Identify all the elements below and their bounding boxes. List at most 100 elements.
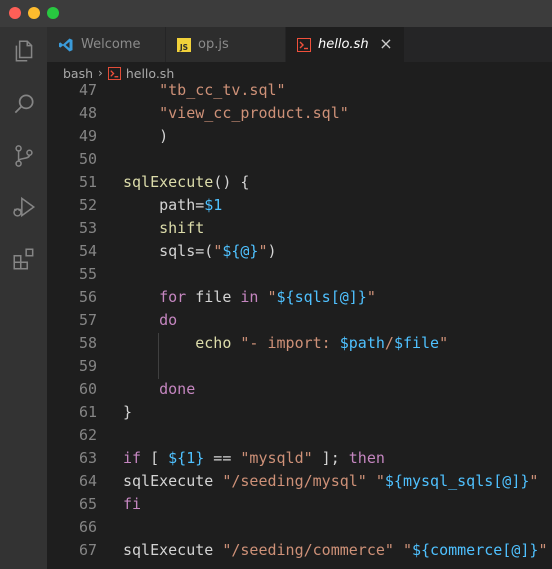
tab-label: op.js <box>198 37 229 52</box>
code-token: $1 <box>204 196 223 214</box>
code-token: $path <box>339 334 385 352</box>
tab-label: Welcome <box>81 37 141 52</box>
line-number: 65 <box>78 495 97 513</box>
code-token: ${commerce[@]} <box>412 541 539 559</box>
code-text: if [ ${1} == "mysqld" ]; then <box>123 447 385 470</box>
code-editor[interactable]: 47 "tb_cc_tv.sql" 48 "view_cc_product.sql… <box>47 80 552 569</box>
code-text: sqls=("${@}") <box>123 240 277 263</box>
search-icon[interactable] <box>0 84 47 124</box>
code-text: "view_cc_product.sql" <box>123 102 349 125</box>
line-number: 56 <box>78 288 97 306</box>
code-token: if <box>123 449 142 467</box>
code-line[interactable]: 56 for file in "${sqls[@]}" <box>47 286 552 309</box>
extensions-icon[interactable] <box>0 239 47 279</box>
code-text: done <box>123 378 195 401</box>
explorer-icon[interactable] <box>0 31 47 71</box>
source-control-icon[interactable] <box>0 136 47 176</box>
window-minimize-button[interactable] <box>28 7 40 19</box>
line-number: 47 <box>78 81 97 99</box>
close-tab-button[interactable]: × <box>378 36 394 52</box>
shell-file-icon <box>297 37 311 52</box>
code-token: echo <box>195 334 232 352</box>
line-number: 58 <box>78 334 97 352</box>
code-token: " <box>375 472 385 490</box>
code-text: sqlExecute() { <box>123 171 249 194</box>
code-line[interactable]: 65 fi <box>47 493 552 516</box>
window-maximize-button[interactable] <box>47 7 59 19</box>
code-token: do <box>159 311 178 329</box>
code-text: } <box>123 401 132 424</box>
svg-text:JS: JS <box>179 43 188 52</box>
code-token: " <box>529 472 539 490</box>
code-token: "view_cc_product.sql" <box>159 104 349 122</box>
run-debug-icon[interactable] <box>0 187 47 227</box>
code-line[interactable]: 64 sqlExecute "/seeding/mysql" "${mysql_s… <box>47 470 552 493</box>
code-token: in <box>240 288 259 306</box>
window-close-button[interactable] <box>9 7 21 19</box>
code-line[interactable]: 59 <box>47 355 552 378</box>
code-line[interactable]: 66 <box>47 516 552 539</box>
code-line[interactable]: 49 ) <box>47 125 552 148</box>
code-text: "tb_cc_tv.sql" <box>123 80 286 102</box>
vscode-logo-icon <box>58 37 74 53</box>
tab-welcome[interactable]: Welcome <box>47 27 166 62</box>
code-text: fi <box>123 493 141 516</box>
code-line[interactable]: 52 path=$1 <box>47 194 552 217</box>
code-text: path=$1 <box>123 194 222 217</box>
line-number: 53 <box>78 219 97 237</box>
code-token: " <box>213 242 223 260</box>
code-line[interactable]: 51 sqlExecute() { <box>47 171 552 194</box>
code-token: fi <box>123 495 142 513</box>
line-number: 60 <box>78 380 97 398</box>
line-number: 54 <box>78 242 97 260</box>
line-number: 67 <box>78 541 97 559</box>
line-number: 63 <box>78 449 97 467</box>
code-line[interactable]: 48 "view_cc_product.sql" <box>47 102 552 125</box>
code-token: ${mysql_sqls[@]} <box>384 472 530 490</box>
code-token: "/seeding/commerce" <box>222 541 394 559</box>
code-token: for <box>159 288 187 306</box>
code-line[interactable]: 63 if [ ${1} == "mysqld" ]; then <box>47 447 552 470</box>
code-token: "tb_cc_tv.sql" <box>159 81 286 99</box>
code-token: "- import: <box>240 334 340 352</box>
code-token: " <box>258 242 268 260</box>
code-token: " <box>538 541 548 559</box>
code-text: echo "- import: $path/$file" <box>123 332 448 355</box>
code-line[interactable]: 67 sqlExecute "/seeding/commerce" "${comm… <box>47 539 552 562</box>
breadcrumb-file[interactable]: hello.sh <box>126 66 174 81</box>
code-line[interactable]: 50 <box>47 148 552 171</box>
js-file-icon: JS <box>177 37 191 52</box>
tab-hello-sh[interactable]: hello.sh × <box>286 27 405 62</box>
breadcrumb-folder[interactable]: bash <box>63 66 93 81</box>
code-token: then <box>348 449 385 467</box>
tab-label: hello.sh <box>318 37 369 52</box>
line-number: 57 <box>78 311 97 329</box>
code-token: " <box>439 334 449 352</box>
code-token: done <box>159 380 196 398</box>
chevron-right-icon: › <box>98 66 103 80</box>
code-line[interactable]: 47 "tb_cc_tv.sql" <box>47 80 552 102</box>
code-line[interactable]: 54 sqls=("${@}") <box>47 240 552 263</box>
code-line[interactable]: 53 shift <box>47 217 552 240</box>
shell-file-icon <box>107 66 121 80</box>
code-token: "/seeding/mysql" <box>222 472 367 490</box>
editor-tab-bar: Welcome JS op.js hello.sh × <box>47 27 552 62</box>
code-line[interactable]: 61} <box>47 401 552 424</box>
code-line[interactable]: 57 do <box>47 309 552 332</box>
code-line[interactable]: 55 <box>47 263 552 286</box>
code-line[interactable]: 62 <box>47 424 552 447</box>
code-token: " <box>402 541 412 559</box>
code-line[interactable]: 58 echo "- import: $path/$file" <box>47 332 552 355</box>
code-token: sqlExecute <box>123 541 214 559</box>
code-token: ) <box>267 242 277 260</box>
code-token: / <box>384 334 394 352</box>
tab-op-js[interactable]: JS op.js <box>166 27 286 62</box>
code-token: path= <box>123 196 205 214</box>
code-line[interactable]: 60 done <box>47 378 552 401</box>
line-number: 59 <box>78 357 97 375</box>
code-text: sqlExecute "/seeding/commerce" "${commer… <box>123 539 547 562</box>
